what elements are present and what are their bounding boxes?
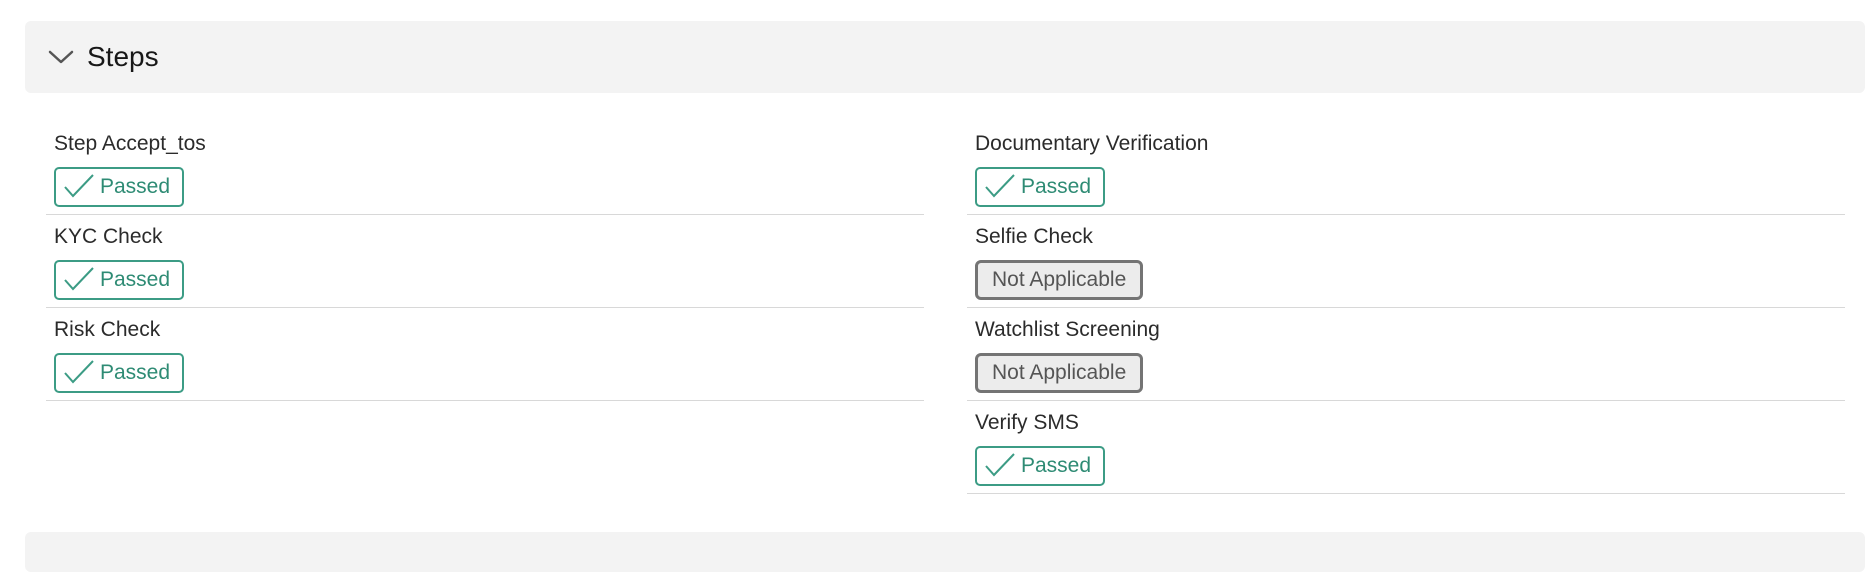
status-badge-passed: Passed (975, 446, 1106, 486)
step-label: Selfie Check (975, 225, 1093, 248)
status-badge-passed: Passed (54, 353, 185, 393)
step-row: Watchlist Screening Not Applicable (967, 308, 1845, 401)
status-badge-not-applicable: Not Applicable (975, 260, 1144, 300)
step-label: Step Accept_tos (54, 132, 206, 155)
checkmark-icon (62, 357, 96, 389)
status-text: Passed (1021, 454, 1092, 477)
checkmark-icon (983, 171, 1017, 203)
step-row: Step Accept_tos Passed (46, 122, 924, 215)
section-title: Steps (87, 41, 159, 72)
status-badge-passed: Passed (54, 260, 185, 300)
checkmark-icon (62, 171, 96, 203)
status-text: Passed (100, 268, 171, 291)
step-label: KYC Check (54, 225, 163, 248)
step-label: Documentary Verification (975, 132, 1209, 155)
checkmark-icon (62, 264, 96, 296)
status-text: Passed (1021, 175, 1092, 198)
checkmark-icon (983, 450, 1017, 482)
step-label: Watchlist Screening (975, 318, 1160, 341)
step-label: Verify SMS (975, 411, 1079, 434)
status-badge-not-applicable: Not Applicable (975, 353, 1144, 393)
steps-left-column: Step Accept_tos Passed KYC Check Passed … (46, 122, 924, 401)
status-text: Passed (100, 361, 171, 384)
step-row: Documentary Verification Passed (967, 122, 1845, 215)
status-badge-passed: Passed (975, 167, 1106, 207)
status-text: Passed (100, 175, 171, 198)
steps-right-column: Documentary Verification Passed Selfie C… (967, 122, 1845, 494)
next-section-header[interactable] (25, 532, 1865, 572)
step-row: Risk Check Passed (46, 308, 924, 401)
status-badge-passed: Passed (54, 167, 185, 207)
status-text: Not Applicable (992, 268, 1127, 291)
step-row: KYC Check Passed (46, 215, 924, 308)
step-row: Verify SMS Passed (967, 401, 1845, 494)
steps-section-header[interactable]: Steps (25, 21, 1865, 93)
step-row: Selfie Check Not Applicable (967, 215, 1845, 308)
step-label: Risk Check (54, 318, 161, 341)
chevron-down-icon[interactable] (47, 43, 75, 71)
status-text: Not Applicable (992, 361, 1127, 384)
